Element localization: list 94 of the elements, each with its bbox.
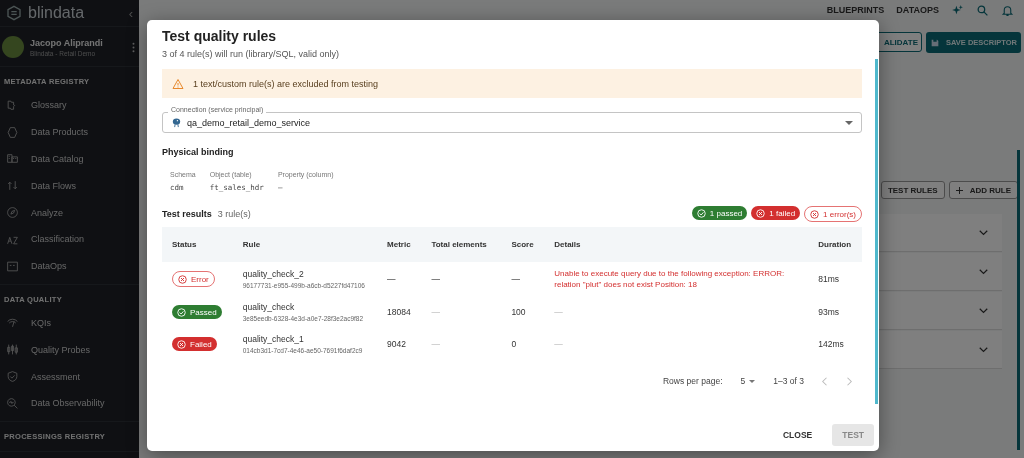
nav-icon xyxy=(6,343,19,357)
page-range: 1–3 of 3 xyxy=(773,376,804,386)
section-title: Physical binding xyxy=(162,147,235,157)
column-header: Score xyxy=(501,227,545,262)
rule-count: 3 rule(s) xyxy=(217,209,251,219)
nav-item[interactable]: Classification xyxy=(0,226,139,253)
warning-icon xyxy=(172,77,184,90)
more-icon[interactable] xyxy=(132,41,135,53)
collapse-icon[interactable]: ‹ xyxy=(128,5,133,21)
table-cell: — xyxy=(387,274,396,284)
table-cell: — xyxy=(431,274,440,284)
table-cell: 142ms xyxy=(818,339,844,349)
nav-icon xyxy=(6,259,19,273)
nav-item[interactable]: Assessment xyxy=(0,363,139,390)
nav-icon xyxy=(6,206,19,220)
table-cell: 9042 xyxy=(387,339,406,349)
table-cell-text: Unable to execute query due to the following exception: ERROR: relation "plut" does not exist Position: 18 xyxy=(554,267,786,291)
nav-item[interactable]: Data Catalog xyxy=(0,145,139,173)
nav-item[interactable]: Data Observability xyxy=(0,389,139,417)
chevron-down-icon xyxy=(979,307,988,314)
dialog-title: Test quality rules xyxy=(162,28,278,44)
column-header: Total elements xyxy=(421,227,502,262)
user-name: Jacopo Aliprandi xyxy=(30,37,104,48)
table-cell: — xyxy=(554,307,563,317)
status-chip: 1 failed xyxy=(751,206,801,220)
logo-icon xyxy=(6,5,22,21)
check-circle-icon xyxy=(177,307,186,317)
section-title: Test results xyxy=(162,209,212,219)
rule-name: quality_check_1 xyxy=(242,334,305,344)
column-header: Metric xyxy=(377,227,422,262)
plus-icon xyxy=(955,186,963,194)
nav-icon xyxy=(6,125,19,139)
logo-text: blindata xyxy=(28,4,86,22)
save-icon xyxy=(930,37,940,48)
nav-item[interactable]: DataOps xyxy=(0,252,139,280)
notification-icon[interactable] xyxy=(1001,3,1014,17)
warning-text: 1 text/custom rule(s) are excluded from testing xyxy=(193,78,379,89)
nav-icon xyxy=(6,396,19,410)
nav-icon xyxy=(6,370,19,384)
dialog-subtitle: 3 of 4 rule(s) will run (library/SQL, valid only) xyxy=(162,49,341,59)
nav-icon xyxy=(6,316,19,330)
nav-item[interactable]: Glossary xyxy=(0,92,139,119)
table-cell: 100 xyxy=(511,307,526,317)
x-circle-icon xyxy=(178,274,187,284)
next-page-icon[interactable] xyxy=(846,376,852,386)
table-cell: — xyxy=(554,339,563,349)
scrollbar[interactable] xyxy=(1017,150,1020,450)
sparkle-icon[interactable] xyxy=(951,3,964,17)
table-cell: 93ms xyxy=(818,307,840,317)
rule-name: quality_check_2 xyxy=(242,269,305,279)
column-header: Duration xyxy=(808,227,862,262)
nav-link[interactable]: DATAOPS xyxy=(896,5,939,15)
status-chip: 1 error(s) xyxy=(804,206,862,222)
nav-item[interactable]: Analyze xyxy=(0,199,139,226)
table-cell: 81ms xyxy=(818,274,840,284)
add-rule-button[interactable]: ADD RULE xyxy=(948,181,1018,199)
table-cell: 0 xyxy=(511,339,517,349)
column-header: Details xyxy=(544,227,809,262)
chevron-down-icon xyxy=(979,229,988,236)
table-cell: — xyxy=(431,339,440,349)
caret-icon xyxy=(845,120,853,125)
nav-item[interactable]: Data Products xyxy=(0,118,139,146)
rows-per-page-select[interactable]: 5 xyxy=(740,376,756,386)
check-circle-icon xyxy=(696,208,706,218)
nav-item[interactable]: Data Flows xyxy=(0,172,139,200)
status-chip: 1 passed xyxy=(691,206,748,220)
chevron-down-icon xyxy=(979,346,988,353)
nav-icon xyxy=(6,179,19,193)
previous-page-icon[interactable] xyxy=(822,376,828,386)
column-header: Rule xyxy=(232,227,378,262)
nav-item[interactable]: Quality Probes xyxy=(0,336,139,364)
database-icon xyxy=(171,117,182,128)
scrollbar[interactable] xyxy=(875,59,878,404)
rule-name: quality_check xyxy=(242,302,296,312)
chevron-down-icon xyxy=(979,268,988,275)
search-icon[interactable] xyxy=(976,3,989,17)
status-chip: Failed xyxy=(172,337,217,351)
x-circle-icon xyxy=(177,339,186,349)
x-circle-icon xyxy=(810,209,820,219)
test-rules-button[interactable]: TEST RULES xyxy=(880,181,945,199)
nav-link[interactable]: BLUEPRINTS xyxy=(826,5,885,15)
nav-item[interactable]: KQIs xyxy=(0,309,139,337)
status-chip: Passed xyxy=(172,305,222,319)
table-cell: — xyxy=(431,307,440,317)
table-cell: — xyxy=(511,274,520,284)
avatar xyxy=(2,36,24,58)
x-circle-icon xyxy=(756,208,766,218)
rows-per-page-label: Rows per page: xyxy=(663,376,723,386)
table-cell: 18084 xyxy=(387,307,411,317)
column-header: Status xyxy=(162,227,233,262)
caret-icon xyxy=(749,379,756,383)
nav-icon xyxy=(6,152,19,166)
status-chip: Error xyxy=(172,271,215,287)
dialog-button[interactable]: CLOSE xyxy=(773,424,823,446)
